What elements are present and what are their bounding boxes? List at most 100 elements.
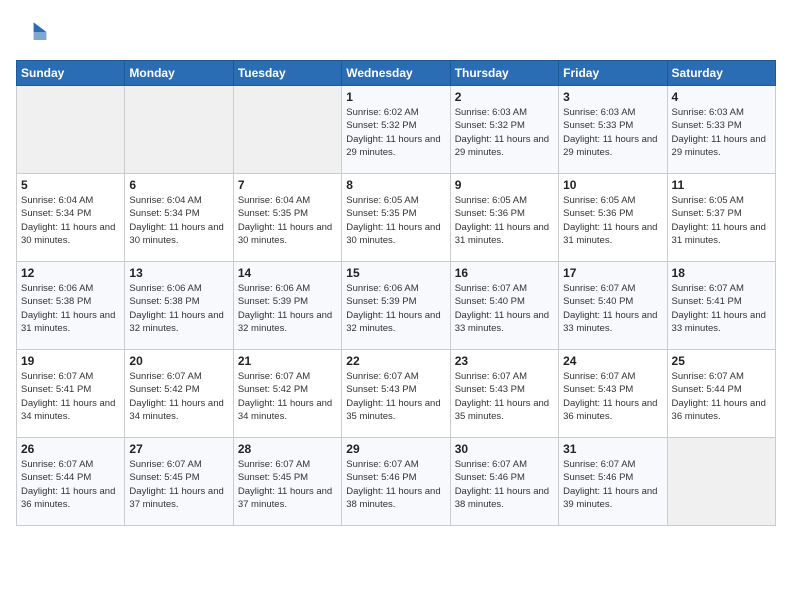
calendar-table: SundayMondayTuesdayWednesdayThursdayFrid… bbox=[16, 60, 776, 526]
calendar-cell: 23 Sunrise: 6:07 AMSunset: 5:43 PMDayligh… bbox=[450, 350, 558, 438]
day-number: 7 bbox=[238, 178, 337, 192]
day-info: Sunrise: 6:07 AMSunset: 5:43 PMDaylight:… bbox=[346, 370, 445, 423]
week-row-1: 1 Sunrise: 6:02 AMSunset: 5:32 PMDaylight… bbox=[17, 86, 776, 174]
weekday-header-saturday: Saturday bbox=[667, 61, 775, 86]
day-number: 17 bbox=[563, 266, 662, 280]
day-number: 1 bbox=[346, 90, 445, 104]
day-number: 22 bbox=[346, 354, 445, 368]
day-info: Sunrise: 6:07 AMSunset: 5:45 PMDaylight:… bbox=[238, 458, 337, 511]
calendar-cell: 29 Sunrise: 6:07 AMSunset: 5:46 PMDayligh… bbox=[342, 438, 450, 526]
day-info: Sunrise: 6:04 AMSunset: 5:34 PMDaylight:… bbox=[21, 194, 120, 247]
calendar-cell: 26Sunrise: 6:07 AMSunset: 5:44 PMDayligh… bbox=[17, 438, 125, 526]
day-number: 13 bbox=[129, 266, 228, 280]
calendar-cell: 12 Sunrise: 6:06 AMSunset: 5:38 PMDayligh… bbox=[17, 262, 125, 350]
logo-icon bbox=[16, 16, 48, 48]
day-info: Sunrise: 6:05 AMSunset: 5:36 PMDaylight:… bbox=[563, 194, 662, 247]
day-number: 12 bbox=[21, 266, 120, 280]
day-number: 11 bbox=[672, 178, 771, 192]
day-info: Sunrise: 6:03 AMSunset: 5:33 PMDaylight:… bbox=[563, 106, 662, 159]
day-info: Sunrise: 6:03 AMSunset: 5:32 PMDaylight:… bbox=[455, 106, 554, 159]
day-info: Sunrise: 6:07 AMSunset: 5:41 PMDaylight:… bbox=[21, 370, 120, 423]
calendar-cell: 14 Sunrise: 6:06 AMSunset: 5:39 PMDayligh… bbox=[233, 262, 341, 350]
calendar-cell: 9 Sunrise: 6:05 AMSunset: 5:36 PMDaylight… bbox=[450, 174, 558, 262]
calendar-cell: 21Sunrise: 6:07 AMSunset: 5:42 PMDayligh… bbox=[233, 350, 341, 438]
week-row-2: 5 Sunrise: 6:04 AMSunset: 5:34 PMDaylight… bbox=[17, 174, 776, 262]
day-info: Sunrise: 6:03 AMSunset: 5:33 PMDaylight:… bbox=[672, 106, 771, 159]
day-number: 14 bbox=[238, 266, 337, 280]
calendar-cell: 7 Sunrise: 6:04 AMSunset: 5:35 PMDaylight… bbox=[233, 174, 341, 262]
day-number: 10 bbox=[563, 178, 662, 192]
day-info: Sunrise: 6:06 AMSunset: 5:39 PMDaylight:… bbox=[238, 282, 337, 335]
weekday-header-friday: Friday bbox=[559, 61, 667, 86]
day-number: 4 bbox=[672, 90, 771, 104]
logo bbox=[16, 16, 52, 48]
day-info: Sunrise: 6:07 AMSunset: 5:44 PMDaylight:… bbox=[21, 458, 120, 511]
day-number: 18 bbox=[672, 266, 771, 280]
calendar-body: 1 Sunrise: 6:02 AMSunset: 5:32 PMDaylight… bbox=[17, 86, 776, 526]
day-info: Sunrise: 6:06 AMSunset: 5:38 PMDaylight:… bbox=[21, 282, 120, 335]
day-info: Sunrise: 6:05 AMSunset: 5:35 PMDaylight:… bbox=[346, 194, 445, 247]
day-info: Sunrise: 6:07 AMSunset: 5:42 PMDaylight:… bbox=[129, 370, 228, 423]
day-number: 8 bbox=[346, 178, 445, 192]
calendar-header: SundayMondayTuesdayWednesdayThursdayFrid… bbox=[17, 61, 776, 86]
calendar-cell: 31 Sunrise: 6:07 AMSunset: 5:46 PMDayligh… bbox=[559, 438, 667, 526]
day-info: Sunrise: 6:05 AMSunset: 5:36 PMDaylight:… bbox=[455, 194, 554, 247]
calendar-cell bbox=[667, 438, 775, 526]
day-number: 29 bbox=[346, 442, 445, 456]
day-info: Sunrise: 6:07 AMSunset: 5:44 PMDaylight:… bbox=[672, 370, 771, 423]
calendar-cell: 10 Sunrise: 6:05 AMSunset: 5:36 PMDayligh… bbox=[559, 174, 667, 262]
calendar-cell: 17 Sunrise: 6:07 AMSunset: 5:40 PMDayligh… bbox=[559, 262, 667, 350]
day-info: Sunrise: 6:07 AMSunset: 5:45 PMDaylight:… bbox=[129, 458, 228, 511]
day-number: 15 bbox=[346, 266, 445, 280]
calendar-cell: 13 Sunrise: 6:06 AMSunset: 5:38 PMDayligh… bbox=[125, 262, 233, 350]
calendar-cell: 30Sunrise: 6:07 AMSunset: 5:46 PMDayligh… bbox=[450, 438, 558, 526]
day-info: Sunrise: 6:07 AMSunset: 5:43 PMDaylight:… bbox=[455, 370, 554, 423]
day-info: Sunrise: 6:07 AMSunset: 5:40 PMDaylight:… bbox=[563, 282, 662, 335]
day-info: Sunrise: 6:06 AMSunset: 5:38 PMDaylight:… bbox=[129, 282, 228, 335]
day-info: Sunrise: 6:07 AMSunset: 5:46 PMDaylight:… bbox=[563, 458, 662, 511]
day-number: 3 bbox=[563, 90, 662, 104]
calendar-cell: 4 Sunrise: 6:03 AMSunset: 5:33 PMDaylight… bbox=[667, 86, 775, 174]
calendar-cell: 8 Sunrise: 6:05 AMSunset: 5:35 PMDaylight… bbox=[342, 174, 450, 262]
day-info: Sunrise: 6:02 AMSunset: 5:32 PMDaylight:… bbox=[346, 106, 445, 159]
day-number: 25 bbox=[672, 354, 771, 368]
day-number: 30 bbox=[455, 442, 554, 456]
weekday-header-thursday: Thursday bbox=[450, 61, 558, 86]
day-info: Sunrise: 6:05 AMSunset: 5:37 PMDaylight:… bbox=[672, 194, 771, 247]
day-number: 5 bbox=[21, 178, 120, 192]
calendar-cell: 3 Sunrise: 6:03 AMSunset: 5:33 PMDaylight… bbox=[559, 86, 667, 174]
day-number: 9 bbox=[455, 178, 554, 192]
calendar-cell: 5 Sunrise: 6:04 AMSunset: 5:34 PMDaylight… bbox=[17, 174, 125, 262]
day-info: Sunrise: 6:07 AMSunset: 5:46 PMDaylight:… bbox=[346, 458, 445, 511]
week-row-4: 19 Sunrise: 6:07 AMSunset: 5:41 PMDayligh… bbox=[17, 350, 776, 438]
day-number: 16 bbox=[455, 266, 554, 280]
weekday-header-sunday: Sunday bbox=[17, 61, 125, 86]
day-info: Sunrise: 6:06 AMSunset: 5:39 PMDaylight:… bbox=[346, 282, 445, 335]
day-number: 23 bbox=[455, 354, 554, 368]
day-info: Sunrise: 6:07 AMSunset: 5:42 PMDaylight:… bbox=[238, 370, 337, 423]
page-header bbox=[16, 16, 776, 48]
day-number: 2 bbox=[455, 90, 554, 104]
calendar-cell: 16 Sunrise: 6:07 AMSunset: 5:40 PMDayligh… bbox=[450, 262, 558, 350]
calendar-cell: 11 Sunrise: 6:05 AMSunset: 5:37 PMDayligh… bbox=[667, 174, 775, 262]
calendar-cell bbox=[233, 86, 341, 174]
week-row-3: 12 Sunrise: 6:06 AMSunset: 5:38 PMDayligh… bbox=[17, 262, 776, 350]
calendar-cell: 15 Sunrise: 6:06 AMSunset: 5:39 PMDayligh… bbox=[342, 262, 450, 350]
day-number: 27 bbox=[129, 442, 228, 456]
weekday-header-wednesday: Wednesday bbox=[342, 61, 450, 86]
weekday-row: SundayMondayTuesdayWednesdayThursdayFrid… bbox=[17, 61, 776, 86]
calendar-cell: 19 Sunrise: 6:07 AMSunset: 5:41 PMDayligh… bbox=[17, 350, 125, 438]
day-info: Sunrise: 6:04 AMSunset: 5:35 PMDaylight:… bbox=[238, 194, 337, 247]
calendar-cell: 25 Sunrise: 6:07 AMSunset: 5:44 PMDayligh… bbox=[667, 350, 775, 438]
day-number: 6 bbox=[129, 178, 228, 192]
calendar-cell: 1 Sunrise: 6:02 AMSunset: 5:32 PMDaylight… bbox=[342, 86, 450, 174]
day-number: 19 bbox=[21, 354, 120, 368]
day-number: 20 bbox=[129, 354, 228, 368]
calendar-cell: 20 Sunrise: 6:07 AMSunset: 5:42 PMDayligh… bbox=[125, 350, 233, 438]
day-number: 31 bbox=[563, 442, 662, 456]
calendar-cell: 2 Sunrise: 6:03 AMSunset: 5:32 PMDaylight… bbox=[450, 86, 558, 174]
day-info: Sunrise: 6:07 AMSunset: 5:40 PMDaylight:… bbox=[455, 282, 554, 335]
day-info: Sunrise: 6:04 AMSunset: 5:34 PMDaylight:… bbox=[129, 194, 228, 247]
calendar-cell bbox=[17, 86, 125, 174]
day-info: Sunrise: 6:07 AMSunset: 5:41 PMDaylight:… bbox=[672, 282, 771, 335]
